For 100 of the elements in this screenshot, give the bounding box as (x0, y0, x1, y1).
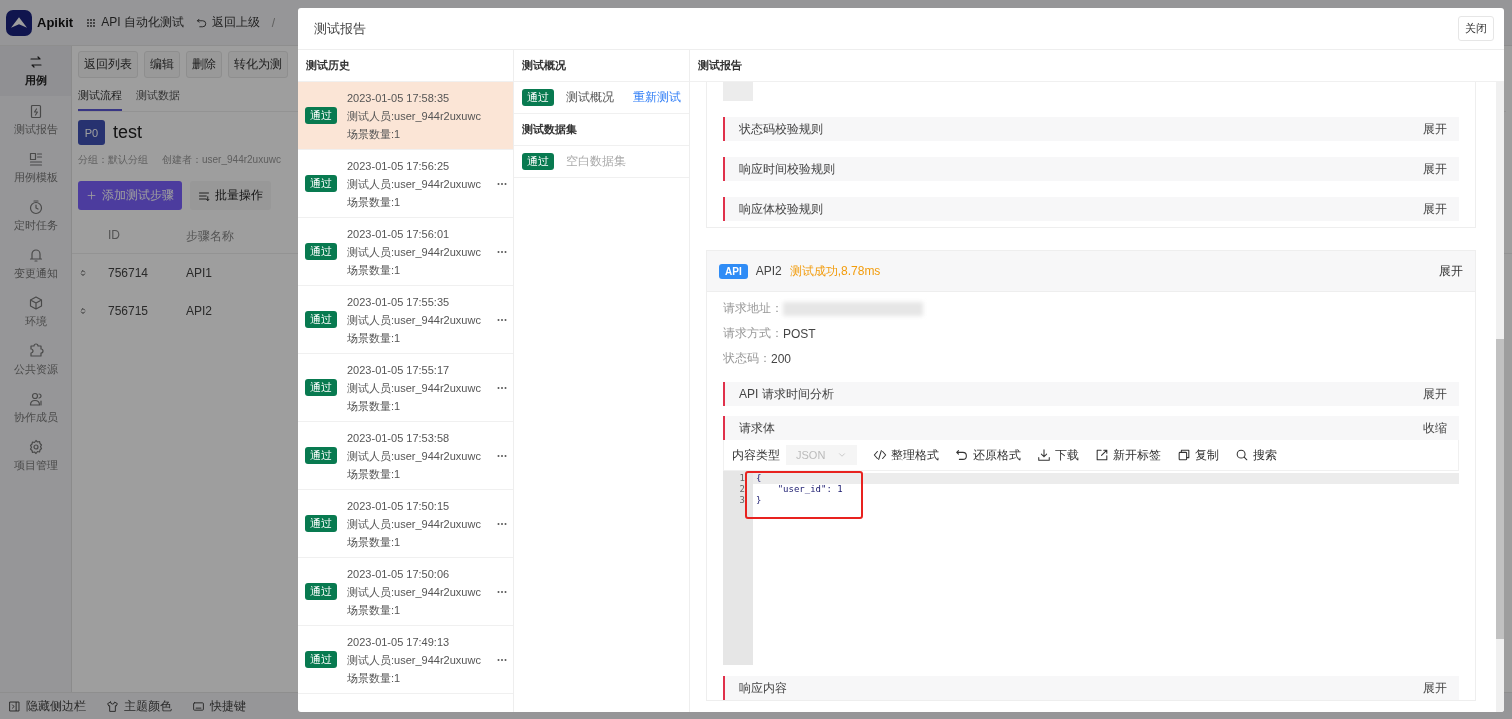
tester-text: 测试人员:user_944r2uxuwc (347, 584, 482, 600)
more-icon[interactable] (497, 181, 507, 186)
project-name[interactable]: API 自动化测试 (101, 14, 184, 31)
dialog-title: 测试报告 (314, 19, 366, 38)
line-number: 1 (739, 473, 746, 484)
history-item[interactable]: 通过 2023-01-05 17:58:35 测试人员:user_944r2uxuwc 场景数量:1 (298, 82, 513, 150)
retest-link[interactable]: 重新测试 (633, 89, 681, 106)
more-icon[interactable] (497, 589, 507, 594)
rule-row[interactable]: 状态码校验规则 展开 (723, 117, 1459, 141)
status-badge: 通过 (522, 153, 554, 170)
toolbar-button[interactable]: 转化为测 (228, 51, 288, 78)
line-number: 3 (739, 495, 746, 506)
toolbar-button[interactable]: 删除 (186, 51, 222, 78)
run-time: 2023-01-05 17:58:35 (347, 90, 451, 106)
run-time: 2023-01-05 17:53:58 (347, 430, 451, 446)
more-icon[interactable] (497, 657, 507, 662)
drag-handle-icon[interactable] (78, 306, 88, 316)
undo-icon (955, 448, 970, 462)
history-item[interactable]: 通过 2023-01-05 17:55:17 测试人员:user_944r2uxuwc 场景数量:1 (298, 354, 513, 422)
close-button[interactable]: 关闭 (1458, 16, 1494, 41)
code-line: "user_id": 1 (776, 484, 844, 495)
section-header[interactable]: 请求体 收缩 (723, 416, 1459, 440)
status-badge: 通过 (305, 583, 337, 600)
status-badge: 通过 (305, 311, 337, 328)
more-icon[interactable] (497, 521, 507, 526)
column-title: 测试报告 (690, 50, 1504, 82)
status-badge: 通过 (522, 89, 554, 106)
field-label: 请求地址： (723, 300, 783, 317)
drag-handle-icon[interactable] (78, 268, 88, 278)
scene-count: 场景数量:1 (347, 126, 402, 142)
grid-icon[interactable] (85, 16, 98, 29)
back-link[interactable]: 返回上级 (211, 14, 260, 31)
scrollbar[interactable] (1496, 81, 1504, 712)
field-value: POST (783, 326, 816, 341)
list-icon (198, 189, 210, 202)
toolbar-button[interactable]: 返回列表 (78, 51, 138, 78)
run-time: 2023-01-05 17:56:25 (347, 158, 451, 174)
more-icon[interactable] (497, 249, 507, 254)
code-icon (873, 448, 888, 462)
history-item[interactable]: 通过 2023-01-05 17:56:25 测试人员:user_944r2uxuwc 场景数量:1 (298, 150, 513, 218)
run-time: 2023-01-05 17:49:13 (347, 634, 451, 650)
tester-text: 测试人员:user_944r2uxuwc (347, 244, 482, 260)
status-badge: 通过 (305, 651, 337, 668)
summary-label: 测试概况 (566, 89, 615, 106)
history-item[interactable]: 通过 2023-01-05 17:56:01 测试人员:user_944r2uxuwc 场景数量:1 (298, 218, 513, 286)
sidebar-item[interactable]: 用例 (0, 46, 71, 96)
status-badge: 通过 (305, 379, 337, 396)
history-item[interactable]: 通过 2023-01-05 17:53:58 测试人员:user_944r2uxuwc 场景数量:1 (298, 422, 513, 490)
settings-icon (27, 439, 44, 455)
expand-toggle[interactable]: 展开 (1423, 679, 1447, 697)
section-header[interactable]: API 请求时间分析 展开 (723, 382, 1459, 406)
case-avatar: P0 (78, 120, 105, 145)
bottom-bar-item[interactable]: 快捷键 (192, 697, 246, 715)
section-header[interactable]: 响应内容 展开 (723, 676, 1459, 700)
run-time: 2023-01-05 17:50:06 (347, 566, 451, 582)
toolbar-button[interactable]: 编辑 (144, 51, 180, 78)
editor-tool-button[interactable]: 新开标签 (1095, 446, 1162, 464)
code-editor[interactable]: 1 2 3 { "user_id": 1 } (723, 471, 1459, 665)
editor-tool-button[interactable]: 整理格式 (873, 446, 940, 464)
scene-count: 场景数量:1 (347, 534, 402, 550)
copy-icon (1177, 448, 1192, 462)
bottom-bar-item[interactable]: 主题颜色 (106, 697, 172, 715)
bottom-bar-item[interactable]: 隐藏侧边栏 (8, 697, 86, 715)
collapse-toggle[interactable]: 收缩 (1423, 419, 1447, 437)
more-icon[interactable] (497, 385, 507, 390)
editor-tool-button[interactable]: 复制 (1177, 446, 1220, 464)
expand-toggle[interactable]: 展开 (1423, 160, 1447, 178)
history-item[interactable]: 通过 2023-01-05 17:50:06 测试人员:user_944r2uxuwc 场景数量:1 (298, 558, 513, 626)
scene-count: 场景数量:1 (347, 398, 402, 414)
field-label: 请求方式： (723, 325, 783, 342)
test-result: 测试成功,8.78ms (789, 262, 882, 280)
scene-count: 场景数量:1 (347, 602, 402, 618)
history-item[interactable]: 通过 2023-01-05 17:49:13 测试人员:user_944r2uxuwc 场景数量:1 (298, 626, 513, 694)
history-item[interactable]: 通过 2023-01-05 17:50:15 测试人员:user_944r2uxuwc 场景数量:1 (298, 490, 513, 558)
editor-tool-button[interactable]: 还原格式 (955, 446, 1022, 464)
rule-row[interactable]: 响应体校验规则 展开 (723, 197, 1459, 221)
expand-toggle[interactable]: 展开 (1423, 200, 1447, 218)
batch-button[interactable]: 批量操作 (190, 181, 271, 210)
layout-icon (27, 151, 44, 167)
sidebar-toggle-icon (8, 699, 21, 713)
tester-text: 测试人员:user_944r2uxuwc (347, 108, 482, 124)
tester-text: 测试人员:user_944r2uxuwc (347, 448, 482, 464)
editor-tool-button[interactable]: 下载 (1037, 446, 1080, 464)
search-icon (1235, 448, 1250, 462)
status-badge: 通过 (305, 175, 337, 192)
tab[interactable]: 测试数据 (136, 84, 180, 111)
editor-tool-button[interactable]: 搜索 (1235, 446, 1278, 464)
tester-text: 测试人员:user_944r2uxuwc (347, 312, 482, 328)
expand-toggle[interactable]: 展开 (1423, 385, 1447, 403)
status-badge: 通过 (305, 447, 337, 464)
more-icon[interactable] (497, 317, 507, 322)
scene-count: 场景数量:1 (347, 194, 402, 210)
more-icon[interactable] (497, 453, 507, 458)
tab[interactable]: 测试流程 (78, 84, 122, 111)
puzzle-icon (27, 343, 44, 359)
expand-toggle[interactable]: 展开 (1423, 120, 1447, 138)
expand-toggle[interactable]: 展开 (1439, 262, 1463, 280)
history-item[interactable]: 通过 2023-01-05 17:55:35 测试人员:user_944r2uxuwc 场景数量:1 (298, 286, 513, 354)
rule-row[interactable]: 响应时间校验规则 展开 (723, 157, 1459, 181)
external-link-icon (1095, 448, 1110, 462)
